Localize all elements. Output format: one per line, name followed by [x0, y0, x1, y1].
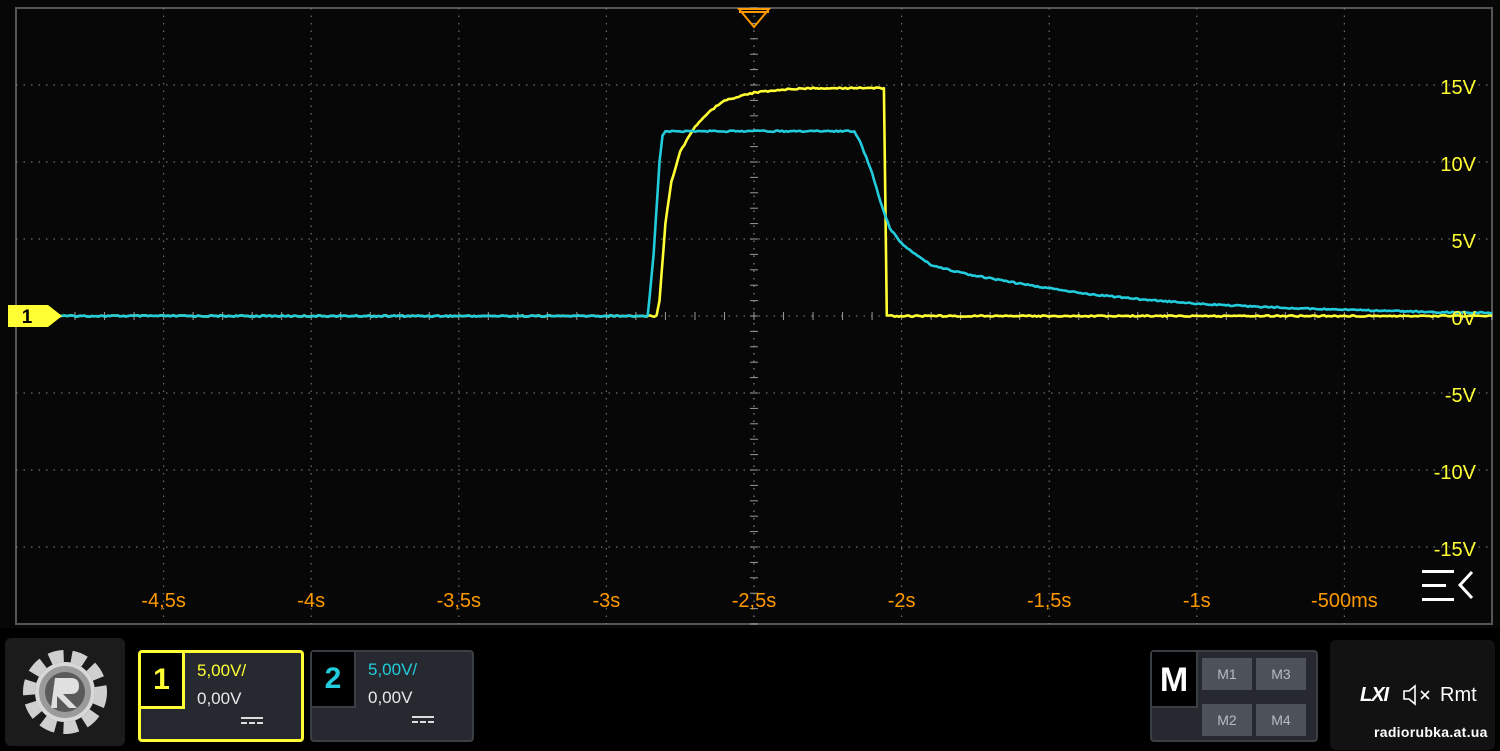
y-tick-label: 5V	[1452, 231, 1477, 253]
lxi-status: LXI	[1360, 684, 1389, 706]
bottom-control-bar: 1 5,00V/ 0,00V 2 5,00V/ 0,00V M M1 M3 M2…	[0, 628, 1500, 750]
x-tick-label: -3,5s	[437, 590, 481, 612]
channel-2-scale: 5,00V/	[368, 660, 418, 679]
x-tick-label: -2s	[888, 590, 916, 612]
dc-coupling-icon	[241, 717, 263, 727]
x-tick-label: -1,5s	[1027, 590, 1071, 612]
x-tick-label: -500ms	[1311, 590, 1378, 612]
channel-2-label: 2	[312, 652, 356, 708]
channel-1-scale: 5,00V/	[197, 661, 247, 680]
y-tick-label: 0V	[1452, 308, 1477, 330]
x-tick-label: -1s	[1183, 590, 1211, 612]
oscilloscope-screen: 15V 10V 5V 0V -5V -10V -15V -4,5s -4s -3,5s -3s -2,…	[0, 0, 1500, 628]
math-m3-button[interactable]: M3	[1256, 658, 1306, 690]
dc-coupling-icon	[412, 716, 434, 726]
channel-1-settings[interactable]: 1 5,00V/ 0,00V	[138, 650, 304, 742]
remote-status: Rmt	[1440, 684, 1477, 706]
speaker-muted-icon	[1402, 684, 1434, 711]
channel-1-ground-marker	[8, 305, 62, 327]
x-tick-label: -2,5s	[732, 590, 776, 612]
channel-2-offset: 0,00V	[368, 688, 413, 707]
math-m2-button[interactable]: M2	[1202, 704, 1252, 736]
math-panel[interactable]: M M1 M3 M2 M4	[1150, 650, 1318, 742]
x-tick-label: -3s	[593, 590, 621, 612]
channel-2-settings[interactable]: 2 5,00V/ 0,00V	[310, 650, 474, 742]
math-label: M	[1152, 652, 1198, 708]
math-m4-button[interactable]: M4	[1256, 704, 1306, 736]
x-tick-label: -4s	[297, 590, 325, 612]
channel-1-marker-label: 1	[22, 307, 33, 328]
y-tick-label: 10V	[1440, 154, 1476, 176]
y-tick-label: -15V	[1434, 539, 1477, 561]
waveform-display: 15V 10V 5V 0V -5V -10V -15V -4,5s -4s -3,5s -3s -2,…	[8, 7, 1493, 625]
channel-1-offset: 0,00V	[197, 689, 242, 708]
y-tick-label: -5V	[1445, 385, 1477, 407]
math-m1-button[interactable]: M1	[1202, 658, 1252, 690]
y-tick-label: 15V	[1440, 77, 1476, 99]
x-tick-label: -4,5s	[141, 590, 185, 612]
watermark-text: radiorubka.at.ua	[1374, 724, 1488, 740]
gear-logo-icon[interactable]	[5, 638, 125, 746]
channel-1-label: 1	[141, 653, 185, 709]
collapse-menu-icon[interactable]	[1422, 570, 1474, 601]
y-tick-label: -10V	[1434, 462, 1477, 484]
